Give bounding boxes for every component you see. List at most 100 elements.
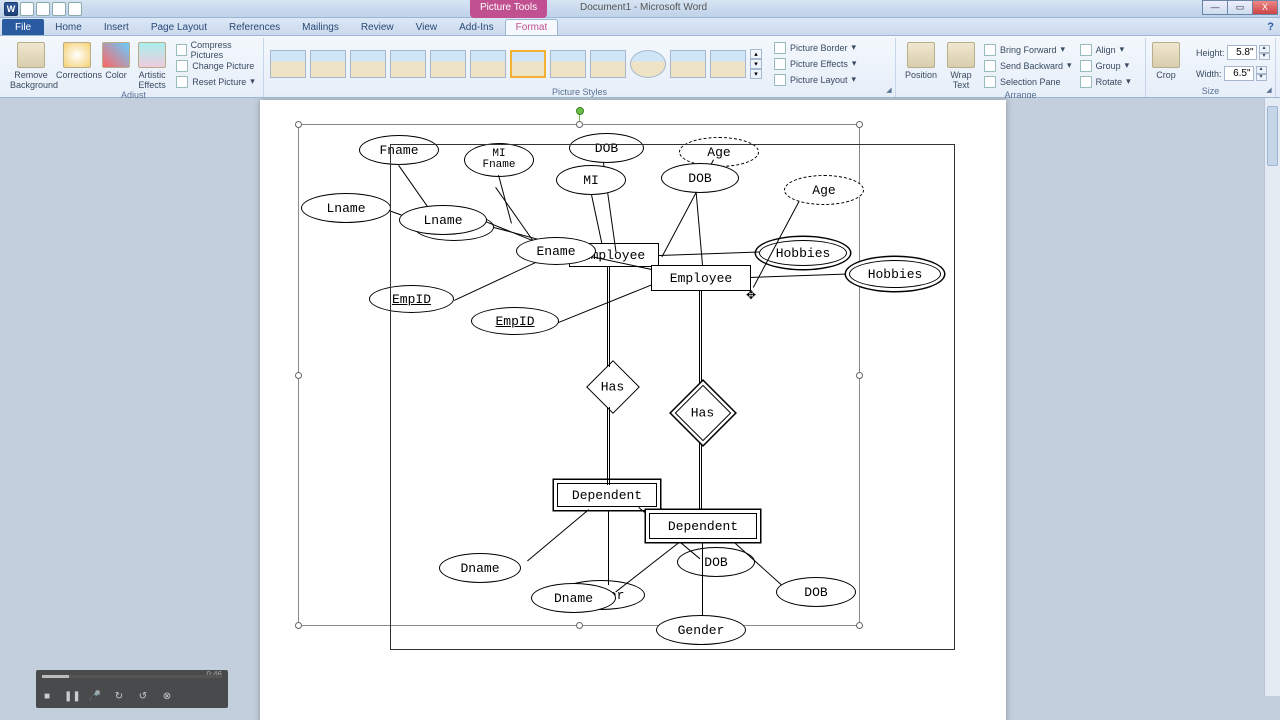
- gallery-up-button[interactable]: ▴: [750, 49, 762, 59]
- document-page[interactable]: Fname MIFname DOB Age Lname Ename Employ…: [260, 100, 1006, 720]
- group-button[interactable]: Group▾: [1078, 58, 1133, 73]
- align-button[interactable]: Align▾: [1078, 42, 1133, 57]
- wrap-text-button[interactable]: Wrap Text: [944, 40, 978, 90]
- save-icon[interactable]: [20, 2, 34, 16]
- compress-pictures-button[interactable]: Compress Pictures: [174, 42, 257, 57]
- wrap-text-icon: [947, 42, 975, 68]
- style-thumb[interactable]: [470, 50, 506, 78]
- media-pause-button[interactable]: ❚❚: [64, 691, 78, 705]
- width-down[interactable]: ▾: [1256, 74, 1267, 82]
- rotate-button[interactable]: Rotate▾: [1078, 74, 1133, 89]
- tab-format[interactable]: Format: [505, 19, 559, 35]
- height-input[interactable]: [1227, 45, 1257, 60]
- picture-border-button[interactable]: Picture Border▾: [772, 40, 858, 55]
- style-thumb[interactable]: [430, 50, 466, 78]
- tab-page-layout[interactable]: Page Layout: [140, 19, 218, 35]
- media-mic-button[interactable]: 🎤: [88, 691, 102, 705]
- bring-forward-button[interactable]: Bring Forward▾: [982, 42, 1074, 57]
- group-size-label: Size: [1152, 86, 1269, 97]
- scrollbar-thumb[interactable]: [1267, 106, 1278, 166]
- picture-border-icon: [774, 42, 786, 54]
- picture-layout-button[interactable]: Picture Layout▾: [772, 72, 858, 87]
- artistic-effects-button[interactable]: Artistic Effects: [134, 40, 170, 90]
- media-progress-track[interactable]: [42, 675, 222, 678]
- help-button[interactable]: ?: [1261, 19, 1280, 35]
- position-button[interactable]: Position: [902, 40, 940, 80]
- bring-forward-icon: [984, 44, 996, 56]
- erd-double-line: [699, 290, 702, 400]
- selection-pane-button[interactable]: Selection Pane: [982, 74, 1074, 89]
- resize-handle-n[interactable]: [576, 121, 583, 128]
- ribbon: Remove Background Corrections Color Arti…: [0, 36, 1280, 98]
- width-input[interactable]: [1224, 66, 1254, 81]
- styles-dialog-launcher[interactable]: ◢: [884, 86, 894, 96]
- minimize-button[interactable]: —: [1202, 0, 1228, 15]
- tab-home[interactable]: Home: [44, 19, 93, 35]
- tab-review[interactable]: Review: [350, 19, 405, 35]
- qat-more-icon[interactable]: [68, 2, 82, 16]
- media-redo-button[interactable]: ↻: [112, 691, 126, 705]
- media-cancel-button[interactable]: ⊗: [160, 691, 174, 705]
- group-icon: [1080, 60, 1092, 72]
- resize-handle-nw[interactable]: [295, 121, 302, 128]
- tab-add-ins[interactable]: Add-Ins: [448, 19, 504, 35]
- maximize-button[interactable]: ▭: [1227, 0, 1253, 15]
- color-button[interactable]: Color: [102, 40, 130, 80]
- rotate-label: Rotate: [1096, 77, 1123, 87]
- tab-view[interactable]: View: [405, 19, 449, 35]
- word-icon[interactable]: W: [4, 2, 18, 16]
- resize-handle-ne[interactable]: [856, 121, 863, 128]
- rotation-handle[interactable]: [576, 107, 584, 115]
- crop-icon: [1152, 42, 1180, 68]
- size-dialog-launcher[interactable]: ◢: [1264, 86, 1274, 96]
- style-thumb[interactable]: [310, 50, 346, 78]
- redo-icon[interactable]: [52, 2, 66, 16]
- media-stop-button[interactable]: ■: [40, 691, 54, 705]
- close-button[interactable]: X: [1252, 0, 1278, 15]
- style-thumb[interactable]: [710, 50, 746, 78]
- send-backward-label: Send Backward: [1000, 61, 1063, 71]
- align-label: Align: [1096, 45, 1116, 55]
- style-thumb[interactable]: [350, 50, 386, 78]
- crop-button[interactable]: Crop: [1152, 40, 1180, 80]
- resize-handle-w[interactable]: [295, 372, 302, 379]
- undo-icon[interactable]: [36, 2, 50, 16]
- tab-insert[interactable]: Insert: [93, 19, 140, 35]
- tab-mailings[interactable]: Mailings: [291, 19, 350, 35]
- remove-background-button[interactable]: Remove Background: [10, 40, 52, 90]
- reset-picture-button[interactable]: Reset Picture▾: [174, 74, 257, 89]
- tab-references[interactable]: References: [218, 19, 291, 35]
- erd-canvas[interactable]: MI DOB Age Lname Ename Employee Hobbies …: [390, 144, 955, 650]
- vertical-scrollbar[interactable]: [1264, 98, 1280, 696]
- picture-effects-label: Picture Effects: [790, 59, 848, 69]
- style-thumb[interactable]: [630, 50, 666, 78]
- width-up[interactable]: ▴: [1256, 66, 1267, 74]
- erd-entity-dependent: Dependent: [649, 513, 757, 539]
- erd-attr-dob2: DOB: [776, 577, 856, 607]
- erd-attr-lname: Lname: [399, 205, 487, 235]
- corrections-button[interactable]: Corrections: [56, 40, 98, 80]
- change-picture-label: Change Picture: [192, 61, 254, 71]
- compress-icon: [176, 44, 186, 56]
- resize-handle-sw[interactable]: [295, 622, 302, 629]
- style-thumb[interactable]: [390, 50, 426, 78]
- style-thumb[interactable]: [670, 50, 706, 78]
- tab-file[interactable]: File: [2, 19, 44, 35]
- gallery-more-button[interactable]: ▾: [750, 69, 762, 79]
- style-thumb[interactable]: [550, 50, 586, 78]
- height-down[interactable]: ▾: [1259, 53, 1270, 61]
- media-undo-button[interactable]: ↺: [136, 691, 150, 705]
- move-cursor-icon: ✥: [746, 288, 756, 302]
- height-label: Height:: [1196, 48, 1225, 58]
- change-picture-button[interactable]: Change Picture: [174, 58, 257, 73]
- selection-pane-icon: [984, 76, 996, 88]
- erd-attr-ename: Ename: [516, 237, 596, 265]
- style-thumb[interactable]: [590, 50, 626, 78]
- erd-double-line: [699, 435, 702, 513]
- send-backward-button[interactable]: Send Backward▾: [982, 58, 1074, 73]
- gallery-down-button[interactable]: ▾: [750, 59, 762, 69]
- height-up[interactable]: ▴: [1259, 45, 1270, 53]
- style-thumb[interactable]: [270, 50, 306, 78]
- picture-effects-button[interactable]: Picture Effects▾: [772, 56, 858, 71]
- style-thumb[interactable]: [510, 50, 546, 78]
